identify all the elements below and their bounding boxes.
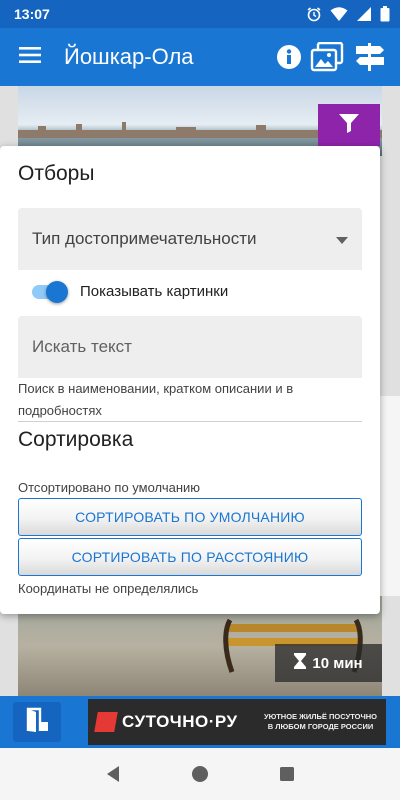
sort-status: Отсортировано по умолчанию xyxy=(18,480,201,495)
app-bar: Йошкар-Ола xyxy=(0,28,400,86)
dropdown-arrow-icon xyxy=(336,229,348,249)
signal-icon xyxy=(356,6,372,22)
sorting-heading: Сортировка xyxy=(18,428,134,451)
card-edge xyxy=(380,396,400,596)
exit-door-icon xyxy=(24,707,50,738)
system-nav-bar xyxy=(0,748,400,800)
back-icon[interactable] xyxy=(105,765,121,783)
app-title: Йошкар-Ола xyxy=(64,44,194,69)
sort-default-button[interactable]: Сортировать по умолчанию xyxy=(18,498,362,536)
show-images-switch[interactable] xyxy=(30,280,68,303)
attraction-type-value: Тип достопримечательности xyxy=(32,229,257,248)
sort-distance-button[interactable]: Сортировать по расстоянию xyxy=(18,538,362,576)
status-time: 13:07 xyxy=(14,6,50,22)
filters-heading: Отборы xyxy=(18,162,95,185)
signpost-icon[interactable] xyxy=(352,42,388,72)
ad-logo: СУТОЧНО·РУ xyxy=(94,712,238,732)
home-icon[interactable] xyxy=(191,765,209,783)
filter-button[interactable] xyxy=(318,104,380,146)
status-bar: 13:07 xyxy=(0,0,400,28)
search-hint: Поиск в наименовании, кратком описании и… xyxy=(18,381,294,418)
ad-slogan: УЮТНОЕ ЖИЛЬЁ ПОСУТОЧНО В ЛЮБОМ ГОРОДЕ РО… xyxy=(263,712,377,731)
search-input[interactable] xyxy=(18,316,362,378)
ad-logo-mark xyxy=(94,712,118,732)
attraction-type-select[interactable]: Тип достопримечательности xyxy=(18,208,362,270)
wifi-icon xyxy=(330,6,348,22)
recents-icon[interactable] xyxy=(279,766,295,782)
app-bar-actions xyxy=(276,42,400,72)
bottom-bar: СУТОЧНО·РУ УЮТНОЕ ЖИЛЬЁ ПОСУТОЧНО В ЛЮБО… xyxy=(0,696,400,748)
show-images-toggle-row[interactable]: Показывать картинки xyxy=(30,280,229,303)
status-icons xyxy=(306,6,390,22)
duration-text: 10 мин xyxy=(312,654,363,672)
divider xyxy=(18,421,362,422)
duration-badge: 10 мин xyxy=(275,644,382,682)
battery-icon xyxy=(380,6,390,22)
exit-button[interactable] xyxy=(13,702,61,742)
alarm-icon xyxy=(306,6,322,22)
coordinates-note: Координаты не определялись xyxy=(18,581,199,596)
ad-brand: СУТОЧНО·РУ xyxy=(122,712,238,731)
menu-button[interactable] xyxy=(0,28,60,86)
info-icon[interactable] xyxy=(276,44,302,70)
filter-sheet: Отборы Тип достопримечательности Показыв… xyxy=(0,146,380,614)
image-gallery-icon[interactable] xyxy=(310,42,344,72)
hourglass-icon xyxy=(294,653,307,673)
show-images-label: Показывать картинки xyxy=(80,282,229,300)
ad-banner[interactable]: СУТОЧНО·РУ УЮТНОЕ ЖИЛЬЁ ПОСУТОЧНО В ЛЮБО… xyxy=(88,699,386,745)
hamburger-icon xyxy=(19,46,41,68)
switch-knob xyxy=(46,281,68,303)
funnel-icon xyxy=(337,111,361,140)
